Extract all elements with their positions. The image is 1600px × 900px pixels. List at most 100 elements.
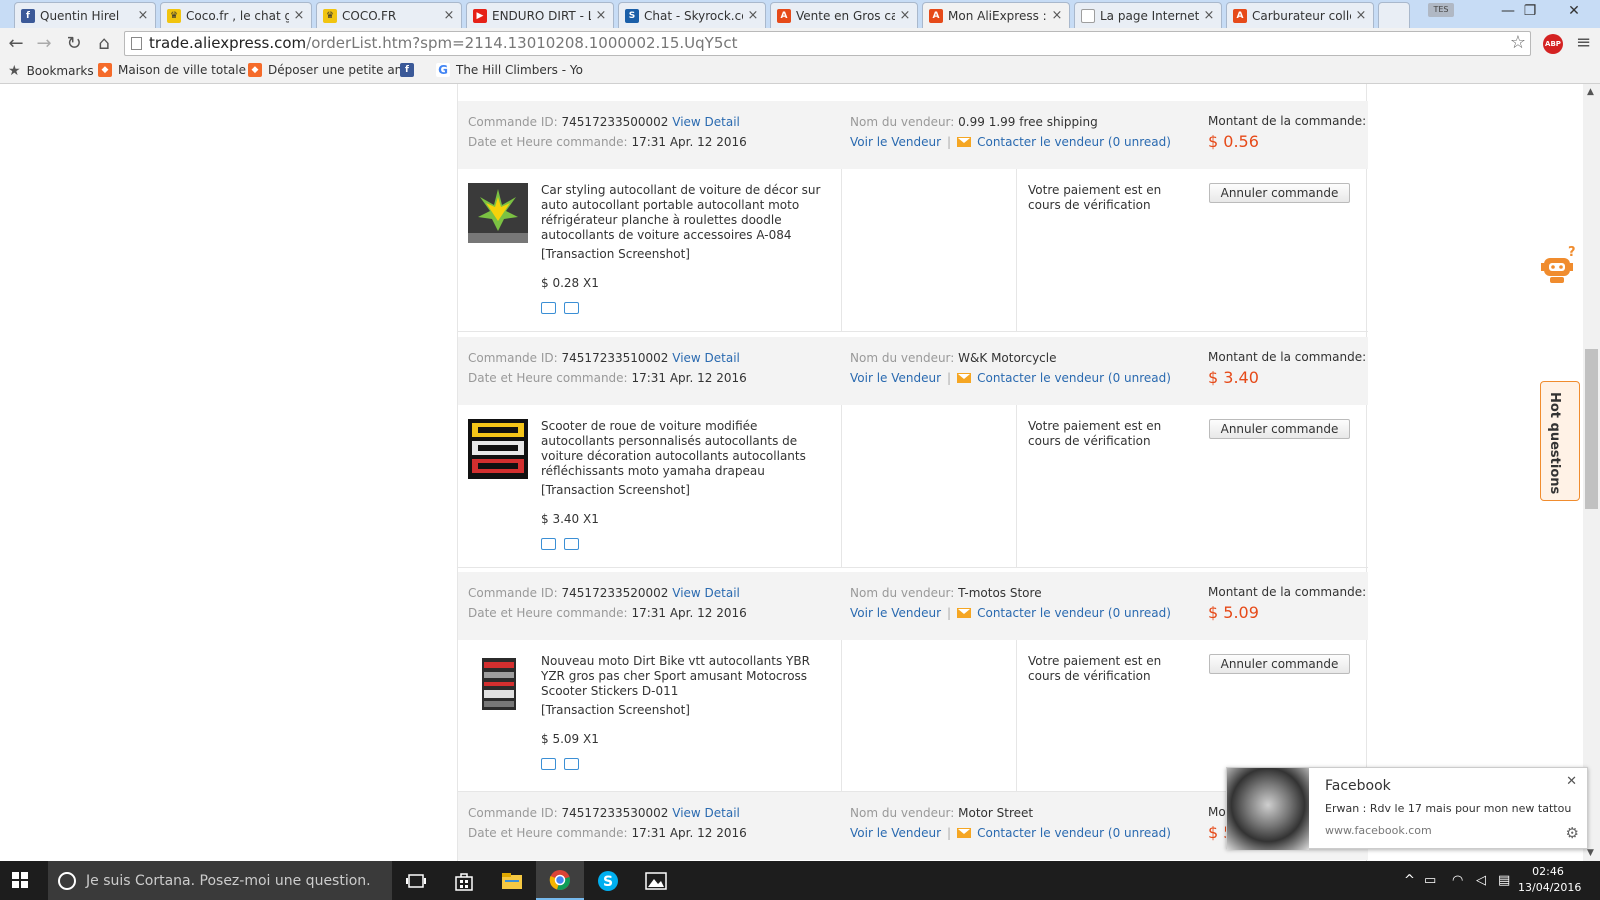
order-item: Scooter de roue de voiture modifiée auto… (458, 405, 1368, 568)
scroll-down-icon[interactable]: ▼ (1587, 848, 1594, 858)
adblock-plus-icon[interactable]: ABP (1543, 34, 1563, 54)
facebook-notification[interactable]: Facebook Erwan : Rdv le 17 mais pour mon… (1226, 767, 1588, 850)
page-scrollbar[interactable]: ▲ ▼ (1583, 84, 1600, 861)
tab-vente-en-gros[interactable]: A Vente en Gros car × (770, 2, 918, 28)
action-center-icon[interactable]: ▤ (1498, 873, 1510, 888)
contact-seller-link[interactable]: Contacter le vendeur (0 unread) (977, 135, 1171, 149)
product-thumbnail[interactable] (468, 654, 528, 714)
tab-page-internet[interactable]: La page Internet a × (1074, 2, 1222, 28)
order-item: Car styling autocollant de voiture de dé… (458, 169, 1368, 332)
product-title-link[interactable]: Nouveau moto Dirt Bike vtt autocollants … (541, 654, 833, 699)
bookmark-maison-de-ville[interactable]: ◆ Maison de ville totale (98, 63, 246, 77)
shipping-icon[interactable] (541, 538, 556, 550)
home-button[interactable]: ⌂ (92, 32, 116, 56)
product-title-link[interactable]: Scooter de roue de voiture modifiée auto… (541, 419, 833, 479)
close-icon[interactable]: × (137, 8, 149, 23)
bookmark-star-icon[interactable]: ☆ (1510, 32, 1526, 53)
tab-enduro-dirt[interactable]: ▶ ENDURO DIRT - Li × (466, 2, 614, 28)
contact-seller-link[interactable]: Contacter le vendeur (0 unread) (977, 371, 1171, 385)
view-seller-link[interactable]: Voir le Vendeur (850, 606, 941, 620)
back-button[interactable]: ← (4, 32, 28, 56)
taskbar-clock[interactable]: 02:46 13/04/2016 (1518, 864, 1581, 896)
cancel-order-button[interactable]: Annuler commande (1209, 183, 1350, 203)
windows-start-icon[interactable] (12, 872, 28, 888)
chrome-menu-icon[interactable]: ≡ (1576, 32, 1591, 53)
close-icon[interactable]: × (1051, 8, 1063, 23)
bookmark-hill-climbers[interactable]: G The Hill Climbers - Yo (436, 63, 583, 77)
mail-icon (957, 608, 972, 618)
view-seller-link[interactable]: Voir le Vendeur (850, 826, 941, 840)
bookmark-facebook[interactable]: f (400, 63, 420, 77)
snapshot-icon[interactable] (564, 758, 579, 770)
scrollbar-thumb[interactable] (1585, 349, 1598, 509)
close-icon[interactable]: × (747, 8, 759, 23)
close-icon[interactable]: × (1203, 8, 1215, 23)
transaction-screenshot-link[interactable]: [Transaction Screenshot] (541, 703, 690, 717)
contact-seller-link[interactable]: Contacter le vendeur (0 unread) (977, 606, 1171, 620)
photos-icon[interactable] (632, 861, 680, 900)
store-icon[interactable] (440, 861, 488, 900)
snapshot-icon[interactable] (564, 538, 579, 550)
tab-carburateur[interactable]: A Carburateur colle × (1226, 2, 1374, 28)
close-icon[interactable]: × (595, 8, 607, 23)
tab-mon-aliexpress[interactable]: A Mon AliExpress : g × (922, 2, 1070, 28)
contact-seller-link[interactable]: Contacter le vendeur (0 unread) (977, 826, 1171, 840)
product-title-link[interactable]: Car styling autocollant de voiture de dé… (541, 183, 833, 243)
tab-coco-chat[interactable]: ♛ Coco.fr , le chat gr × (160, 2, 312, 28)
robot-assistant-icon[interactable]: ? (1540, 244, 1580, 284)
scroll-up-icon[interactable]: ▲ (1587, 87, 1594, 97)
address-bar[interactable]: trade.aliexpress.com/orderList.htm?spm=2… (124, 31, 1531, 56)
bookmark-bookmarks[interactable]: ★ Bookmarks (8, 63, 94, 79)
seller-line: Nom du vendeur: Motor Street (850, 806, 1033, 820)
order-id-value: 74517233530002 (561, 806, 669, 820)
battery-icon[interactable]: ▭ (1424, 873, 1436, 888)
chrome-taskbar-icon[interactable] (536, 861, 584, 900)
forward-button[interactable]: → (32, 32, 56, 56)
task-view-icon[interactable] (392, 861, 440, 900)
gear-icon[interactable]: ⚙ (1566, 824, 1579, 842)
wifi-icon[interactable]: ◠ (1452, 873, 1463, 888)
view-detail-link[interactable]: View Detail (672, 351, 740, 365)
shipping-icon[interactable] (541, 758, 556, 770)
reload-button[interactable]: ↻ (62, 32, 86, 56)
volume-icon[interactable]: ◁ (1476, 873, 1486, 888)
transaction-screenshot-link[interactable]: [Transaction Screenshot] (541, 247, 690, 261)
cancel-order-button[interactable]: Annuler commande (1209, 419, 1350, 439)
close-icon[interactable]: ✕ (1566, 774, 1577, 789)
show-hidden-icons-chevron-icon[interactable]: ^ (1404, 873, 1415, 888)
order-id-label: Commande ID: (468, 586, 558, 600)
new-tab-button[interactable] (1378, 2, 1410, 28)
close-window-button[interactable]: ✕ (1552, 0, 1596, 22)
tab-quentin-hirel[interactable]: f Quentin Hirel × (14, 2, 156, 28)
view-detail-link[interactable]: View Detail (672, 586, 740, 600)
file-explorer-icon[interactable] (488, 861, 536, 900)
view-detail-link[interactable]: View Detail (672, 806, 740, 820)
profile-badge[interactable]: TES (1428, 3, 1454, 17)
product-thumbnail[interactable] (468, 419, 528, 479)
close-icon[interactable]: × (443, 8, 455, 23)
leboncoin-icon: ◆ (248, 63, 262, 77)
skype-icon[interactable]: S (584, 861, 632, 900)
back-arrow-icon: ← (8, 33, 24, 54)
hot-questions-tab[interactable]: Hot questions (1540, 381, 1580, 501)
svg-text:S: S (603, 874, 613, 890)
cancel-order-button[interactable]: Annuler commande (1209, 654, 1350, 674)
view-seller-link[interactable]: Voir le Vendeur (850, 371, 941, 385)
bookmark-deposer-annonce[interactable]: ◆ Déposer une petite an (248, 63, 402, 77)
aliexpress-icon: A (1233, 8, 1247, 23)
maximize-button[interactable]: ❐ (1508, 0, 1552, 22)
tab-skyrock-chat[interactable]: S Chat - Skyrock.cor × (618, 2, 766, 28)
close-icon[interactable]: × (1355, 8, 1367, 23)
transaction-screenshot-link[interactable]: [Transaction Screenshot] (541, 483, 690, 497)
view-seller-link[interactable]: Voir le Vendeur (850, 135, 941, 149)
snapshot-icon[interactable] (564, 302, 579, 314)
close-icon[interactable]: × (293, 8, 305, 23)
view-detail-link[interactable]: View Detail (672, 115, 740, 129)
close-icon[interactable]: × (899, 8, 911, 23)
shipping-icon[interactable] (541, 302, 556, 314)
seller-name: Motor Street (958, 806, 1034, 820)
product-thumbnail[interactable] (468, 183, 528, 243)
cortana-search-box[interactable]: Je suis Cortana. Posez-moi une question. (48, 861, 392, 900)
tab-title: Coco.fr , le chat gr (186, 8, 289, 23)
tab-coco-fr[interactable]: ♛ COCO.FR × (316, 2, 462, 28)
